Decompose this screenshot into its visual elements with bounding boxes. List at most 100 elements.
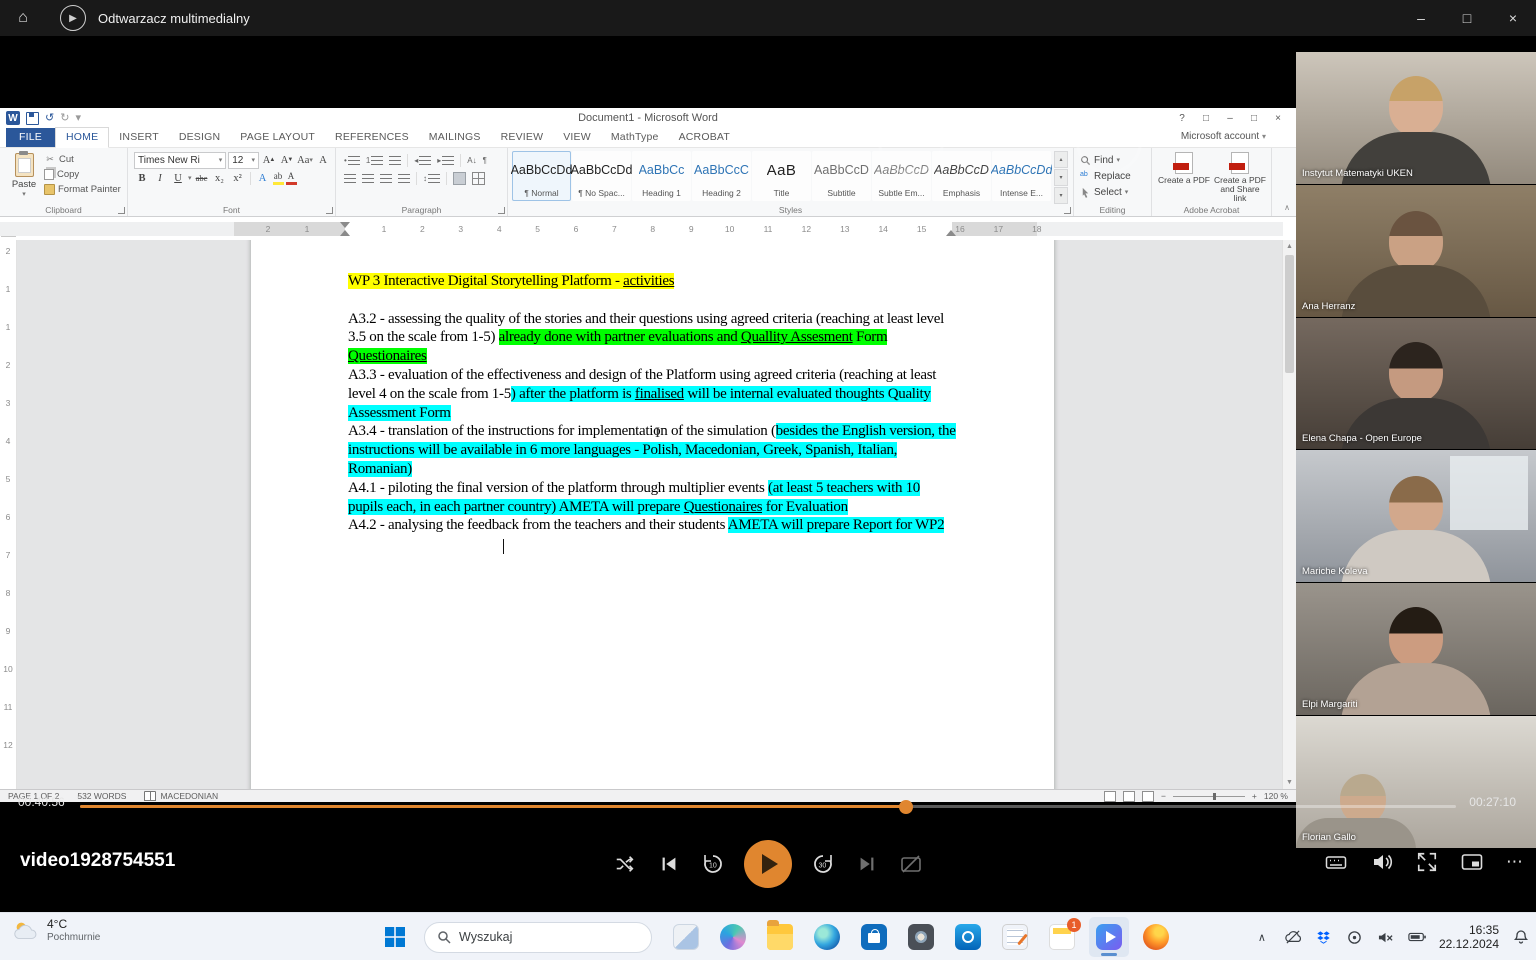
superscript-button[interactable]: x²: [230, 171, 246, 186]
format-painter-button[interactable]: Format Painter: [44, 182, 121, 197]
tab-mathtype[interactable]: MathType: [601, 128, 669, 147]
battery-icon[interactable]: [1408, 928, 1426, 946]
store-taskbar-button[interactable]: [854, 917, 894, 957]
picture-in-picture-button[interactable]: [1460, 850, 1484, 874]
previous-track-button[interactable]: [656, 851, 682, 877]
participant-tile[interactable]: Ana Herranz: [1296, 185, 1536, 317]
word-restore-button[interactable]: □: [1244, 110, 1264, 126]
style-intense-e[interactable]: AaBbCcDdIntense E...: [992, 151, 1051, 201]
start-button[interactable]: [376, 917, 414, 957]
multilevel-list-button[interactable]: [387, 153, 403, 168]
customize-qat-icon[interactable]: ▾: [75, 111, 81, 125]
photos-taskbar-button[interactable]: [901, 917, 941, 957]
maximize-button[interactable]: □: [1444, 0, 1490, 36]
style-heading-2[interactable]: AaBbCcCHeading 2: [692, 151, 751, 201]
file-explorer-taskbar-button[interactable]: [760, 917, 800, 957]
collapse-ribbon-icon[interactable]: ∧: [1284, 203, 1290, 212]
style-no-spac[interactable]: AaBbCcDd¶ No Spac...: [572, 151, 631, 201]
dialog-launcher-icon[interactable]: [118, 207, 125, 214]
increase-indent-button[interactable]: ▸: [435, 153, 456, 168]
fullscreen-button[interactable]: [1416, 851, 1438, 873]
style-subtitle[interactable]: AaBbCcDSubtitle: [812, 151, 871, 201]
horizontal-ruler[interactable]: 21123456789101112131415161718: [0, 222, 1283, 236]
italic-button[interactable]: I: [152, 171, 168, 186]
align-left-button[interactable]: [342, 171, 358, 186]
word-minimize-button[interactable]: –: [1220, 110, 1240, 126]
tab-design[interactable]: DESIGN: [169, 128, 230, 147]
bold-button[interactable]: B: [134, 171, 150, 186]
shrink-font-button[interactable]: A▼: [279, 153, 295, 168]
font-color-button[interactable]: A: [286, 172, 297, 185]
align-right-button[interactable]: [378, 171, 394, 186]
style-title[interactable]: AaBTitle: [752, 151, 811, 201]
align-center-button[interactable]: [360, 171, 376, 186]
video-stage[interactable]: W ↺ ↻ ▾ Document1 - Microsoft Word ? □ –…: [0, 36, 1536, 912]
sort-button[interactable]: A↓: [465, 153, 478, 168]
captions-off-button[interactable]: [898, 851, 924, 877]
create-pdf-share-button[interactable]: Create a PDF and Share link: [1214, 152, 1266, 204]
bullets-button[interactable]: •: [342, 153, 362, 168]
seek-bar[interactable]: [80, 805, 1456, 808]
first-line-indent-marker[interactable]: [340, 222, 350, 228]
next-track-button[interactable]: [854, 851, 880, 877]
keyboard-button[interactable]: [1324, 850, 1348, 874]
shuffle-button[interactable]: [612, 851, 638, 877]
tray-app-icon[interactable]: [1346, 928, 1364, 946]
volume-muted-icon[interactable]: [1377, 928, 1395, 946]
style-normal[interactable]: AaBbCcDd¶ Normal: [512, 151, 571, 201]
dialog-launcher-icon[interactable]: [326, 207, 333, 214]
rewind-10-button[interactable]: 10: [700, 851, 726, 877]
notepad-taskbar-button[interactable]: [995, 917, 1035, 957]
create-pdf-button[interactable]: Create a PDF: [1158, 152, 1210, 204]
onedrive-icon[interactable]: [1284, 928, 1302, 946]
notifications-bell-icon[interactable]: [1512, 928, 1530, 946]
scrollbar-thumb[interactable]: [1285, 255, 1294, 373]
line-spacing-button[interactable]: ↕: [421, 171, 442, 186]
firefox-taskbar-button[interactable]: [1136, 917, 1176, 957]
cut-button[interactable]: ✂ Cut: [44, 152, 121, 167]
tab-view[interactable]: VIEW: [553, 128, 601, 147]
more-options-button[interactable]: ⋯: [1506, 852, 1524, 872]
sticky-notes-taskbar-button[interactable]: 1: [1042, 917, 1082, 957]
dropbox-icon[interactable]: [1315, 928, 1333, 946]
select-button[interactable]: Select ▾: [1080, 184, 1149, 200]
seek-knob[interactable]: [899, 800, 913, 814]
tab-mailings[interactable]: MAILINGS: [419, 128, 491, 147]
participant-tile[interactable]: Instytut Matematyki UKEN: [1296, 52, 1536, 184]
paste-button[interactable]: Paste ▾: [4, 151, 44, 204]
numbering-button[interactable]: 1: [364, 153, 385, 168]
undo-icon[interactable]: ↺: [45, 111, 54, 125]
tab-references[interactable]: REFERENCES: [325, 128, 419, 147]
close-button[interactable]: ×: [1490, 0, 1536, 36]
forward-30-button[interactable]: 30: [810, 851, 836, 877]
style-emphasis[interactable]: AaBbCcDEmphasis: [932, 151, 991, 201]
tab-review[interactable]: REVIEW: [491, 128, 554, 147]
copy-button[interactable]: Copy: [44, 167, 121, 182]
strikethrough-button[interactable]: abc: [194, 171, 210, 186]
edge-taskbar-button[interactable]: [807, 917, 847, 957]
decrease-indent-button[interactable]: ◂: [412, 153, 433, 168]
participant-tile[interactable]: Elpi Margariti: [1296, 583, 1536, 715]
grow-font-button[interactable]: A▲: [261, 153, 277, 168]
highlight-color-button[interactable]: ab: [273, 172, 284, 185]
scroll-up-icon[interactable]: ▲: [1283, 240, 1296, 253]
tab-home[interactable]: HOME: [55, 127, 109, 148]
participant-tile[interactable]: Mariche Koleva: [1296, 450, 1536, 582]
word-help-icon[interactable]: ?: [1172, 110, 1192, 126]
justify-button[interactable]: [396, 171, 412, 186]
tab-insert[interactable]: INSERT: [109, 128, 169, 147]
redo-icon[interactable]: ↻: [60, 111, 69, 125]
tab-acrobat[interactable]: ACROBAT: [669, 128, 740, 147]
text-effects-button[interactable]: A: [255, 171, 271, 186]
clear-formatting-button[interactable]: A: [315, 153, 331, 168]
ribbon-display-options-icon[interactable]: □: [1196, 110, 1216, 126]
word-close-button[interactable]: ×: [1268, 110, 1288, 126]
weather-widget[interactable]: 4°C Pochmurnie: [10, 918, 100, 944]
left-indent-marker[interactable]: [340, 230, 350, 236]
styles-more-button[interactable]: ▾: [1054, 187, 1068, 204]
outlook-taskbar-button[interactable]: [948, 917, 988, 957]
dialog-launcher-icon[interactable]: [1064, 207, 1071, 214]
subscript-button[interactable]: x₂: [212, 171, 228, 186]
play-button[interactable]: [744, 840, 792, 888]
media-player-taskbar-button[interactable]: [1089, 917, 1129, 957]
